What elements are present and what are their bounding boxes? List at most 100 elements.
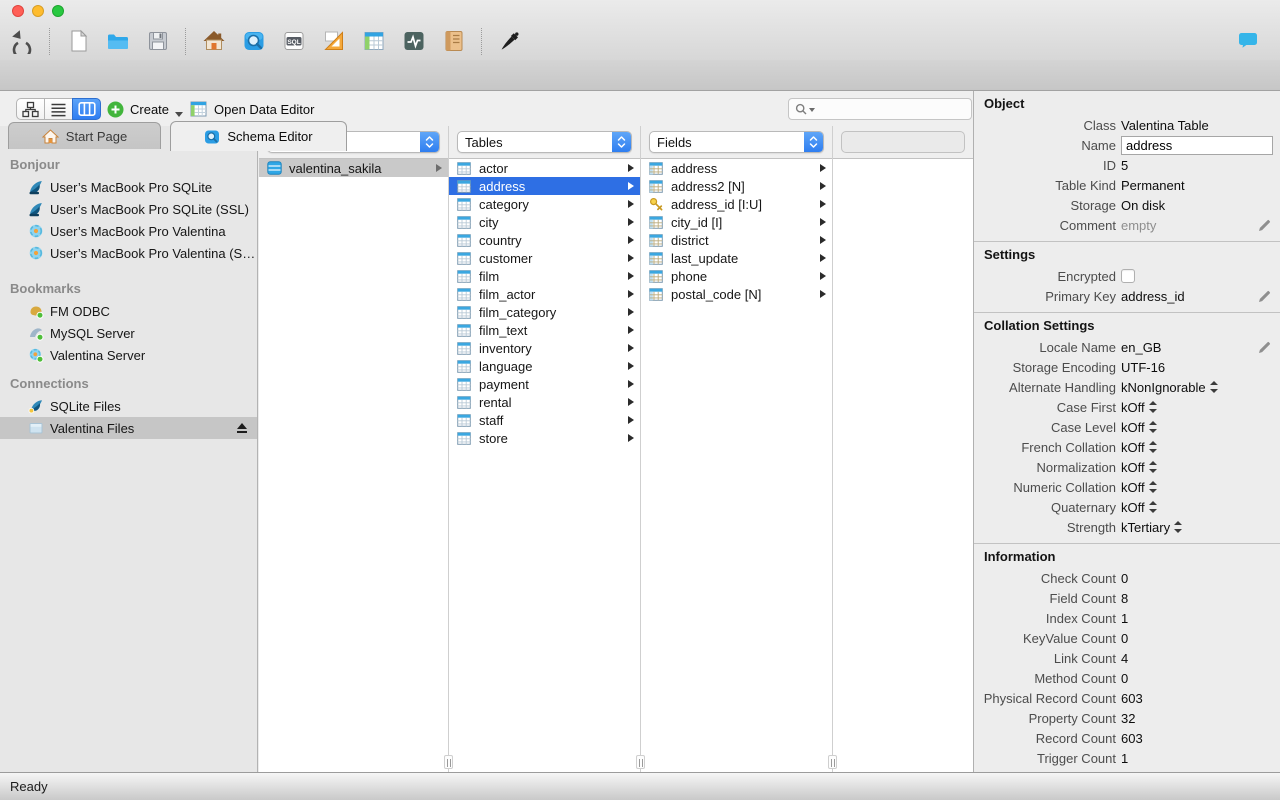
field-item[interactable]: postal_code [N] (641, 285, 832, 303)
feedback-bubble-icon[interactable] (1238, 32, 1258, 48)
disclosure-arrow-icon[interactable] (820, 290, 826, 298)
strength-value[interactable]: kTertiary (1121, 520, 1170, 535)
search-options-caret-icon[interactable] (809, 108, 815, 112)
database-item[interactable]: valentina_sakila (259, 159, 448, 177)
stepper-icon[interactable] (1148, 421, 1157, 433)
eject-icon[interactable] (236, 423, 248, 433)
sidebar-item-user-s-macbook-pro-valentina-s[interactable]: User’s MacBook Pro Valentina (S… (0, 242, 257, 264)
sidebar-item-sqlite-files[interactable]: SQLite Files (0, 395, 257, 417)
sidebar-item-user-s-macbook-pro-valentina[interactable]: User’s MacBook Pro Valentina (0, 220, 257, 242)
disclosure-arrow-icon[interactable] (628, 398, 634, 406)
numeric-collation-value[interactable]: kOff (1121, 480, 1145, 495)
table-item[interactable]: category (449, 195, 640, 213)
stepper-icon[interactable] (1148, 401, 1157, 413)
stepper-icon[interactable] (1148, 481, 1157, 493)
zoom-button[interactable] (52, 5, 64, 17)
table-item[interactable]: store (449, 429, 640, 447)
field-item[interactable]: last_update (641, 249, 832, 267)
field-item[interactable]: phone (641, 267, 832, 285)
disclosure-arrow-icon[interactable] (820, 254, 826, 262)
server-admin-button[interactable] (398, 26, 429, 57)
sidebar-item-fm-odbc[interactable]: FM ODBC (0, 300, 257, 322)
table-item[interactable]: actor (449, 159, 640, 177)
disclosure-arrow-icon[interactable] (628, 236, 634, 244)
table-item[interactable]: film_text (449, 321, 640, 339)
field-item[interactable]: district (641, 231, 832, 249)
undo-button[interactable] (6, 26, 37, 57)
table-item[interactable]: inventory (449, 339, 640, 357)
disclosure-arrow-icon[interactable] (628, 326, 634, 334)
stepper-icon[interactable] (1174, 521, 1183, 533)
disclosure-arrow-icon[interactable] (628, 434, 634, 442)
column-resize-handle[interactable] (444, 755, 453, 769)
name-input[interactable] (1121, 135, 1273, 155)
sidebar-item-valentina-files[interactable]: Valentina Files (0, 417, 257, 439)
table-item[interactable]: film_actor (449, 285, 640, 303)
alternate-handling-value[interactable]: kNonIgnorable (1121, 380, 1206, 395)
disclosure-arrow-icon[interactable] (820, 200, 826, 208)
minimize-button[interactable] (32, 5, 44, 17)
disclosure-arrow-icon[interactable] (628, 416, 634, 424)
chevron-down-icon[interactable] (175, 111, 184, 117)
column-resize-handle[interactable] (828, 755, 837, 769)
close-button[interactable] (12, 5, 24, 17)
brush-button[interactable] (494, 26, 525, 57)
data-editor-button[interactable] (358, 26, 389, 57)
disclosure-arrow-icon[interactable] (436, 164, 442, 172)
new-document-button[interactable] (62, 26, 93, 57)
stepper-icon[interactable] (1148, 501, 1157, 513)
field-item[interactable]: address_id [I:U] (641, 195, 832, 213)
stepper-icon[interactable] (1148, 441, 1157, 453)
disclosure-arrow-icon[interactable] (628, 182, 634, 190)
disclosure-arrow-icon[interactable] (628, 290, 634, 298)
table-item[interactable]: customer (449, 249, 640, 267)
table-item[interactable]: staff (449, 411, 640, 429)
list-view-button[interactable] (44, 98, 73, 120)
diagram-button[interactable] (318, 26, 349, 57)
open-folder-button[interactable] (102, 26, 133, 57)
stepper-icon[interactable] (1148, 461, 1157, 473)
edit-pencil-icon[interactable] (1258, 290, 1271, 303)
quaternary-value[interactable]: kOff (1121, 500, 1145, 515)
disclosure-arrow-icon[interactable] (628, 164, 634, 172)
save-button[interactable] (142, 26, 173, 57)
report-button[interactable] (438, 26, 469, 57)
edit-pencil-icon[interactable] (1258, 341, 1271, 354)
column-view-button[interactable] (72, 98, 101, 120)
table-item[interactable]: city (449, 213, 640, 231)
encrypted-checkbox[interactable] (1121, 269, 1135, 283)
column-resize-handle[interactable] (636, 755, 645, 769)
disclosure-arrow-icon[interactable] (628, 200, 634, 208)
disclosure-arrow-icon[interactable] (820, 164, 826, 172)
table-item[interactable]: country (449, 231, 640, 249)
disclosure-arrow-icon[interactable] (820, 218, 826, 226)
table-item[interactable]: language (449, 357, 640, 375)
disclosure-arrow-icon[interactable] (628, 362, 634, 370)
disclosure-arrow-icon[interactable] (820, 236, 826, 244)
disclosure-arrow-icon[interactable] (628, 380, 634, 388)
french-collation-value[interactable]: kOff (1121, 440, 1145, 455)
table-item[interactable]: film (449, 267, 640, 285)
case-first-value[interactable]: kOff (1121, 400, 1145, 415)
disclosure-arrow-icon[interactable] (820, 182, 826, 190)
create-button[interactable]: Create (107, 98, 184, 120)
field-item[interactable]: address (641, 159, 832, 177)
disclosure-arrow-icon[interactable] (628, 344, 634, 352)
table-item[interactable]: rental (449, 393, 640, 411)
disclosure-arrow-icon[interactable] (628, 308, 634, 316)
sql-editor-button[interactable]: SQL (278, 26, 309, 57)
tables-picker[interactable]: Tables (457, 131, 632, 153)
disclosure-arrow-icon[interactable] (628, 254, 634, 262)
stepper-icon[interactable] (1209, 381, 1218, 393)
normalization-value[interactable]: kOff (1121, 460, 1145, 475)
sidebar-item-user-s-macbook-pro-sqlite[interactable]: User’s MacBook Pro SQLite (0, 176, 257, 198)
fields-picker[interactable]: Fields (649, 131, 824, 153)
disclosure-arrow-icon[interactable] (628, 272, 634, 280)
field-item[interactable]: city_id [I] (641, 213, 832, 231)
schema-editor-button[interactable] (238, 26, 269, 57)
sidebar-item-valentina-server[interactable]: Valentina Server (0, 344, 257, 366)
search-field[interactable] (788, 98, 1000, 120)
tab-start-page[interactable]: Start Page (8, 122, 161, 149)
tab-schema-editor[interactable]: Schema Editor (170, 121, 347, 151)
sidebar-item-mysql-server[interactable]: MySQL Server (0, 322, 257, 344)
